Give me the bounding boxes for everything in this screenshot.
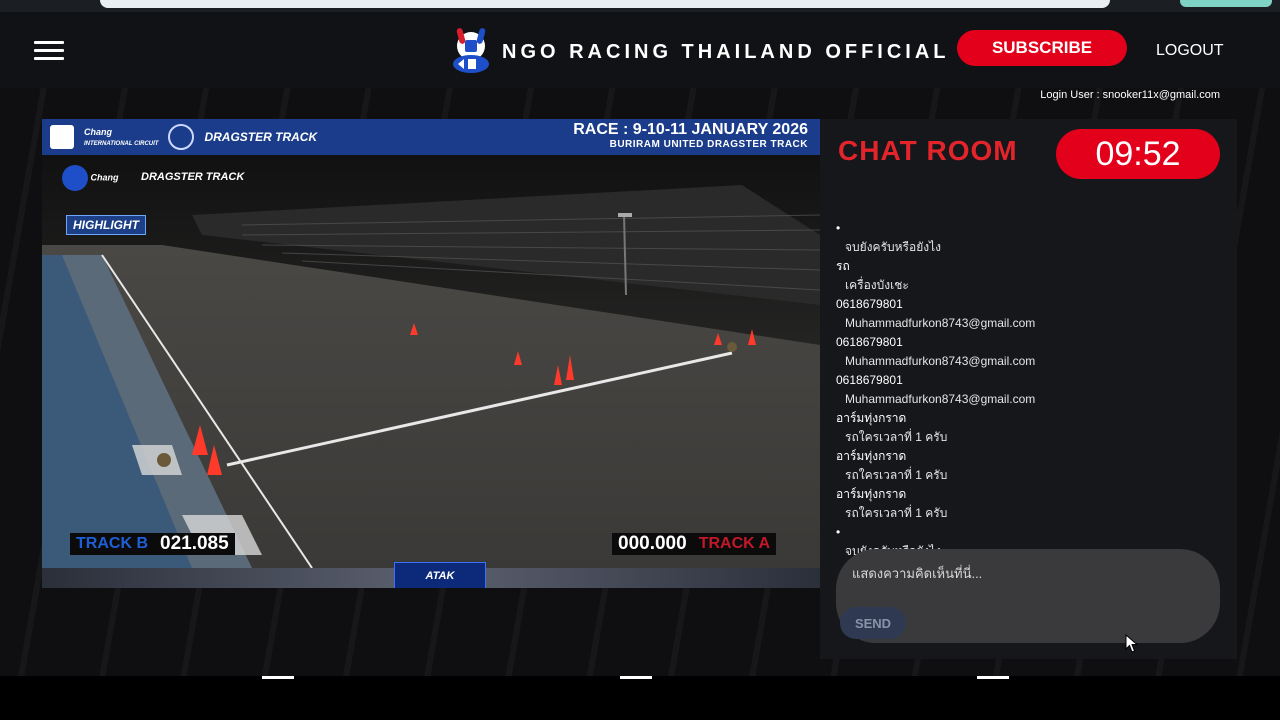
chat-message: รถเครื่องบังเชะ: [836, 257, 1226, 295]
chat-message-text: Muhammadfurkon8743@gmail.com: [845, 354, 1036, 368]
live-video-player[interactable]: Chang INTERNATIONAL CIRCUIT DRAGSTER TRAC…: [42, 119, 820, 588]
site-title: NGO RACING THAILAND OFFICIAL: [502, 40, 950, 63]
chat-message-text: รถใครเวลาที่ 1 ครับ: [845, 506, 948, 520]
race-title: RACE : 9-10-11 JANUARY 2026 BURIRAM UNIT…: [573, 121, 808, 150]
chat-message-author: 0618679801: [836, 297, 903, 311]
chat-message-text: รถใครเวลาที่ 1 ครับ: [845, 430, 948, 444]
track-a-timer: 000.000 TRACK A: [612, 533, 777, 555]
chat-message-text: Muhammadfurkon8743@gmail.com: [845, 392, 1036, 406]
address-bar[interactable]: [100, 0, 1110, 8]
top-navigation-bar: NGO RACING THAILAND OFFICIAL SUBSCRIBE L…: [0, 12, 1280, 88]
ngo-mini-logo-icon: [62, 165, 88, 191]
mouse-cursor-icon: [1125, 634, 1139, 653]
chat-message-author: •: [836, 525, 841, 539]
hamburger-menu-icon[interactable]: [34, 41, 64, 61]
page-indicator-1[interactable]: [262, 676, 294, 679]
chat-message-text: รถใครเวลาที่ 1 ครับ: [845, 468, 948, 482]
countdown-timer: 09:52: [1056, 129, 1220, 179]
banner-sponsor-logos: Chang INTERNATIONAL CIRCUIT DRAGSTER TRAC…: [50, 123, 317, 151]
chat-message: 0618679801 Muhammadfurkon8743@gmail.com: [836, 295, 1226, 333]
overlay-chang: Chang: [90, 172, 119, 183]
track-b-label: TRACK B: [76, 535, 148, 552]
brand[interactable]: NGO RACING THAILAND OFFICIAL: [448, 24, 950, 80]
page-indicator-3[interactable]: [977, 676, 1009, 679]
sponsor-chang: Chang INTERNATIONAL CIRCUIT: [84, 127, 159, 147]
atak-sponsor-logo: ATAK: [394, 562, 486, 588]
chat-message: อาร์มทุ่งกราดรถใครเวลาที่ 1 ครับ: [836, 485, 1226, 523]
chat-composer: SEND: [836, 549, 1220, 643]
chat-message-author: 0618679801: [836, 335, 903, 349]
chat-message-author: อาร์มทุ่งกราด: [836, 487, 907, 501]
page-indicator-2[interactable]: [620, 676, 652, 679]
video-frame-track-scene: [42, 155, 820, 568]
browser-action-button[interactable]: [1180, 0, 1272, 7]
race-date: RACE : 9-10-11 JANUARY 2026: [573, 121, 808, 138]
track-b-timer: TRACK B 021.085: [70, 533, 235, 555]
chat-room-panel: CHAT ROOM 09:52 • จบยังครับหรือยังไงรถเคร…: [820, 119, 1237, 659]
sponsor-strip: ATAK: [42, 562, 820, 588]
send-button[interactable]: SEND: [840, 607, 906, 639]
ngo-logo-icon: [448, 24, 494, 80]
sponsor-dragster: DRAGSTER TRACK: [204, 130, 318, 144]
chat-message-text: Muhammadfurkon8743@gmail.com: [845, 316, 1036, 330]
chat-message-author: รถ: [836, 259, 850, 273]
chat-message: 0618679801 Muhammadfurkon8743@gmail.com: [836, 333, 1226, 371]
chat-message-text: จบยังครับหรือยังไง: [845, 240, 941, 254]
chat-message: อาร์มทุ่งกราดรถใครเวลาที่ 1 ครับ: [836, 409, 1226, 447]
login-user-label: Login User : snooker11x@gmail.com: [1040, 89, 1220, 101]
chat-message-author: •: [836, 221, 841, 235]
video-banner: Chang INTERNATIONAL CIRCUIT DRAGSTER TRAC…: [42, 119, 820, 155]
chat-message-list[interactable]: • จบยังครับหรือยังไง รถ เครื่องบังเชะ 061867…: [836, 219, 1226, 561]
bottom-bar: [0, 676, 1280, 720]
highlight-badge: HIGHLIGHT: [66, 215, 146, 235]
chat-message-input[interactable]: [850, 561, 1194, 593]
chat-message-author: อาร์มทุ่งกราด: [836, 411, 907, 425]
chat-room-title: CHAT ROOM: [838, 135, 1018, 166]
subscribe-button[interactable]: SUBSCRIBE: [957, 30, 1127, 66]
track-a-time: 000.000: [618, 533, 687, 554]
logout-link[interactable]: LOGOUT: [1156, 42, 1224, 60]
chat-message: อาร์มทุ่งกราดรถใครเวลาที่ 1 ครับ: [836, 447, 1226, 485]
chat-message: 0618679801 Muhammadfurkon8743@gmail.com: [836, 371, 1226, 409]
chat-message: • จบยังครับหรือยังไง: [836, 219, 1226, 257]
buriram-crest-icon: [168, 124, 195, 150]
browser-chrome-strip: [0, 0, 1280, 12]
chang-circuit-icon: [50, 125, 74, 149]
chat-message-author: อาร์มทุ่งกราด: [836, 449, 907, 463]
race-venue: BURIRAM UNITED DRAGSTER TRACK: [609, 139, 808, 150]
chat-message-author: 0618679801: [836, 373, 903, 387]
track-b-time: 021.085: [160, 533, 229, 554]
overlay-dragster: DRAGSTER TRACK: [141, 171, 245, 184]
track-a-label: TRACK A: [698, 535, 771, 552]
overlay-sponsor-logos: Chang DRAGSTER TRACK: [62, 165, 244, 191]
chat-message-text: เครื่องบังเชะ: [845, 278, 909, 292]
